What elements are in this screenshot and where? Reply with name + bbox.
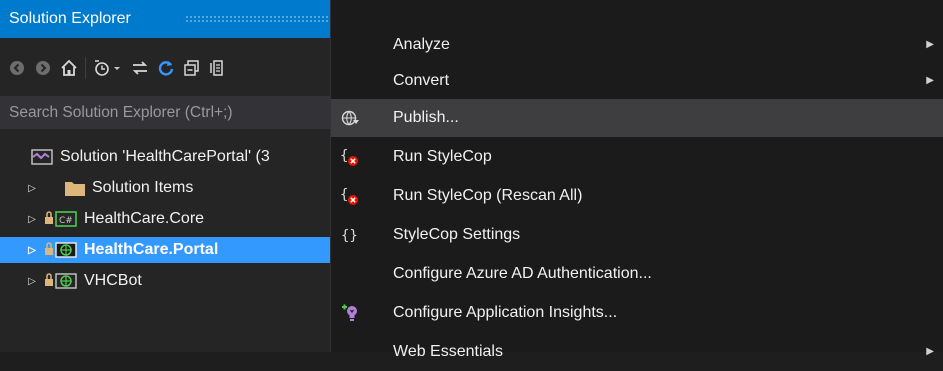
menu-item-analyze[interactable]: Analyze ▶ (331, 26, 943, 64)
submenu-arrow-icon: ▶ (926, 75, 934, 86)
menu-item-stylecop-settings[interactable]: {} StyleCop Settings (331, 216, 943, 254)
solution-explorer-toolbar (0, 50, 340, 86)
publish-globe-icon (331, 99, 369, 137)
menu-item-label: Configure Application Insights... (393, 304, 618, 321)
expand-arrow-icon[interactable]: ▷ (26, 276, 38, 287)
submenu-arrow-icon: ▶ (926, 346, 934, 357)
solution-icon (30, 147, 54, 167)
forward-icon[interactable] (30, 54, 56, 82)
menu-item-publish[interactable]: Publish... (331, 99, 943, 137)
menu-item-label: StyleCop Settings (393, 226, 521, 243)
expand-arrow-icon[interactable]: ▷ (26, 245, 38, 256)
toolbar-separator (85, 57, 86, 79)
expand-arrow-icon[interactable]: ▷ (26, 183, 38, 194)
panel-title: Solution Explorer (9, 10, 131, 27)
tree-node-label: VHCBot (84, 272, 142, 289)
tree-node-solution[interactable]: Solution 'HealthCarePortal' (3 (0, 144, 340, 170)
solution-explorer-search-input[interactable]: Search Solution Explorer (Ctrl+;) (0, 96, 340, 129)
tree-node-healthcare-portal[interactable]: ▷ HealthCare.Portal (0, 237, 340, 263)
tree-node-label: HealthCare.Core (84, 210, 205, 227)
refresh-icon[interactable] (153, 54, 179, 82)
stylecop-rescan-icon: { (331, 177, 369, 215)
menu-item-label: Publish... (393, 109, 459, 126)
solution-explorer-titlebar[interactable]: Solution Explorer (0, 0, 340, 38)
expand-arrow-icon[interactable]: ▷ (26, 214, 38, 225)
titlebar-grip[interactable] (185, 15, 340, 23)
menu-item-label: Web Essentials (393, 343, 503, 360)
svg-text:{: { (340, 148, 348, 164)
tree-node-label: HealthCare.Portal (84, 241, 219, 258)
tree-node-healthcare-core[interactable]: ▷ C# HealthCare.Core (0, 206, 340, 232)
tree-node-label: Solution Items (92, 179, 194, 196)
tree-node-solution-items[interactable]: ▷ Solution Items (0, 175, 340, 201)
web-project-icon (44, 272, 78, 290)
sync-icon[interactable] (127, 54, 153, 82)
context-menu: View Analyze ▶ Convert ▶ Publish... { Ru… (330, 0, 943, 360)
menu-item-label: Run StyleCop (Rescan All) (393, 187, 583, 204)
menu-item-configure-app-insights[interactable]: Configure Application Insights... (331, 294, 943, 332)
menu-item-label: Convert (393, 72, 450, 89)
menu-item-label: Configure Azure AD Authentication... (393, 265, 652, 282)
menu-item-run-stylecop[interactable]: { Run StyleCop (331, 138, 943, 176)
menu-item-label: View (393, 0, 427, 14)
tree-node-vhcbot[interactable]: ▷ VHCBot (0, 268, 340, 294)
menu-item-label: Run StyleCop (393, 148, 492, 165)
svg-text:C#: C# (59, 216, 73, 226)
app-insights-icon (331, 294, 369, 332)
menu-item-label: Analyze (393, 36, 450, 53)
menu-item-view[interactable]: View (331, 0, 943, 14)
back-icon[interactable] (4, 54, 30, 82)
history-icon[interactable] (89, 54, 127, 82)
menu-item-web-essentials[interactable]: Web Essentials ▶ (331, 333, 943, 371)
solution-explorer-panel: Solution Explorer Search Solution Explor… (0, 0, 340, 352)
braces-icon: {} (331, 216, 369, 254)
menu-item-configure-azure-ad[interactable]: Configure Azure AD Authentication... (331, 255, 943, 293)
show-all-files-icon[interactable] (205, 54, 231, 82)
folder-icon (64, 179, 86, 197)
svg-text:{: { (340, 187, 348, 203)
submenu-arrow-icon: ▶ (926, 39, 934, 50)
web-project-icon (44, 241, 78, 259)
menu-item-run-stylecop-rescan[interactable]: { Run StyleCop (Rescan All) (331, 177, 943, 215)
csharp-project-icon: C# (44, 210, 78, 228)
stylecop-run-icon: { (331, 138, 369, 176)
menu-item-convert[interactable]: Convert ▶ (331, 62, 943, 100)
collapse-all-icon[interactable] (179, 54, 205, 82)
tree-node-label: Solution 'HealthCarePortal' (3 (60, 148, 270, 165)
svg-text:{}: {} (341, 228, 358, 244)
home-icon[interactable] (56, 54, 82, 82)
